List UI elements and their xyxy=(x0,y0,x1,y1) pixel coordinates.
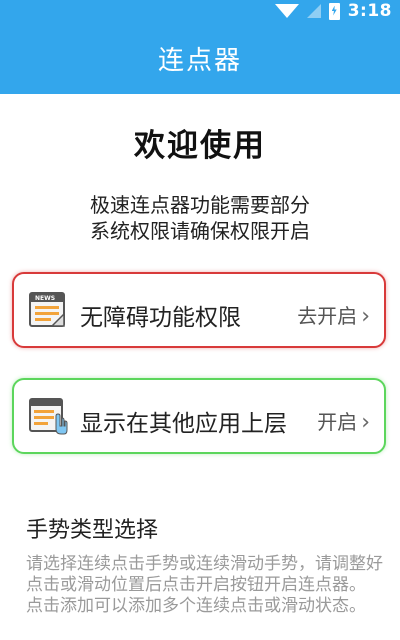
permission-description: 极速连点器功能需要部分 系统权限请确保权限开启 xyxy=(0,192,400,244)
hint-line: 点击添加可以添加多个连续点击或滑动状态。 xyxy=(26,596,366,616)
description-line: 极速连点器功能需要部分 xyxy=(90,193,310,217)
chevron-right-icon: › xyxy=(361,304,370,329)
window-hand-icon xyxy=(29,398,68,435)
gesture-type-heading: 手势类型选择 xyxy=(26,518,159,543)
app-header: 3:18 连点器 xyxy=(0,0,400,94)
hint-line: 请选择连续点击手势或连续滑动手势，请调整好 xyxy=(26,554,383,574)
signal-icon xyxy=(306,4,321,18)
enable-label: 开启 xyxy=(317,410,358,434)
gesture-hint: 请选择连续点击手势或连续滑动手势，请调整好 点击或滑动位置后点击开启按钮开启连点… xyxy=(26,554,396,617)
accessibility-enable-button[interactable]: 去开启 › xyxy=(297,300,370,329)
status-time: 3:18 xyxy=(347,1,392,21)
accessibility-permission-card[interactable]: NEWS 无障碍功能权限 去开启 › xyxy=(12,272,386,348)
news-icon: NEWS xyxy=(29,292,65,327)
welcome-heading: 欢迎使用 xyxy=(134,128,266,164)
overlay-permission-card[interactable]: 显示在其他应用上层 开启 › xyxy=(12,378,386,454)
overlay-permission-label: 显示在其他应用上层 xyxy=(80,411,287,437)
svg-text:NEWS: NEWS xyxy=(35,295,55,302)
hint-line: 点击或滑动位置后点击开启按钮开启连点器。 xyxy=(26,575,366,595)
battery-charging-icon xyxy=(328,2,340,20)
wifi-icon xyxy=(274,4,299,18)
accessibility-permission-label: 无障碍功能权限 xyxy=(80,305,241,331)
page-title: 连点器 xyxy=(157,46,242,76)
status-bar: 3:18 xyxy=(274,0,392,22)
enable-label: 去开启 xyxy=(297,304,358,328)
chevron-right-icon: › xyxy=(361,410,370,435)
description-line: 系统权限请确保权限开启 xyxy=(90,219,310,243)
overlay-enable-button[interactable]: 开启 › xyxy=(317,406,370,435)
